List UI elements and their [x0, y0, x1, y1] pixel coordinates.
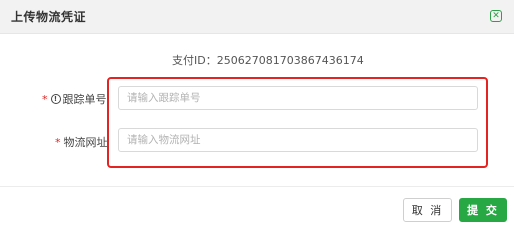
dialog-header: 上传物流凭证 ✕	[0, 0, 514, 34]
payment-id-label: 支付ID：	[172, 54, 217, 67]
dialog-title: 上传物流凭证	[11, 10, 87, 24]
required-mark: *	[55, 135, 61, 149]
submit-button[interactable]: 提 交	[459, 198, 507, 222]
tracking-number-input[interactable]	[118, 86, 478, 110]
logistics-url-label-text: 物流网址	[63, 136, 108, 149]
logistics-url-input[interactable]	[118, 128, 478, 152]
required-mark: *	[42, 92, 48, 106]
footer-divider	[0, 186, 514, 187]
tracking-number-label: * ! 跟踪单号	[42, 91, 107, 107]
upload-logistics-dialog: 上传物流凭证 ✕ 支付ID：250627081703867436174 * ! …	[0, 0, 514, 225]
logistics-url-label: * 物流网址	[55, 134, 108, 150]
payment-id-value: 250627081703867436174	[216, 54, 364, 67]
info-icon[interactable]: !	[50, 94, 61, 104]
payment-id-row: 支付ID：250627081703867436174	[172, 52, 364, 68]
close-icon[interactable]: ✕	[490, 10, 502, 22]
tracking-number-label-text: 跟踪单号	[62, 93, 107, 106]
cancel-button[interactable]: 取 消	[403, 198, 452, 222]
